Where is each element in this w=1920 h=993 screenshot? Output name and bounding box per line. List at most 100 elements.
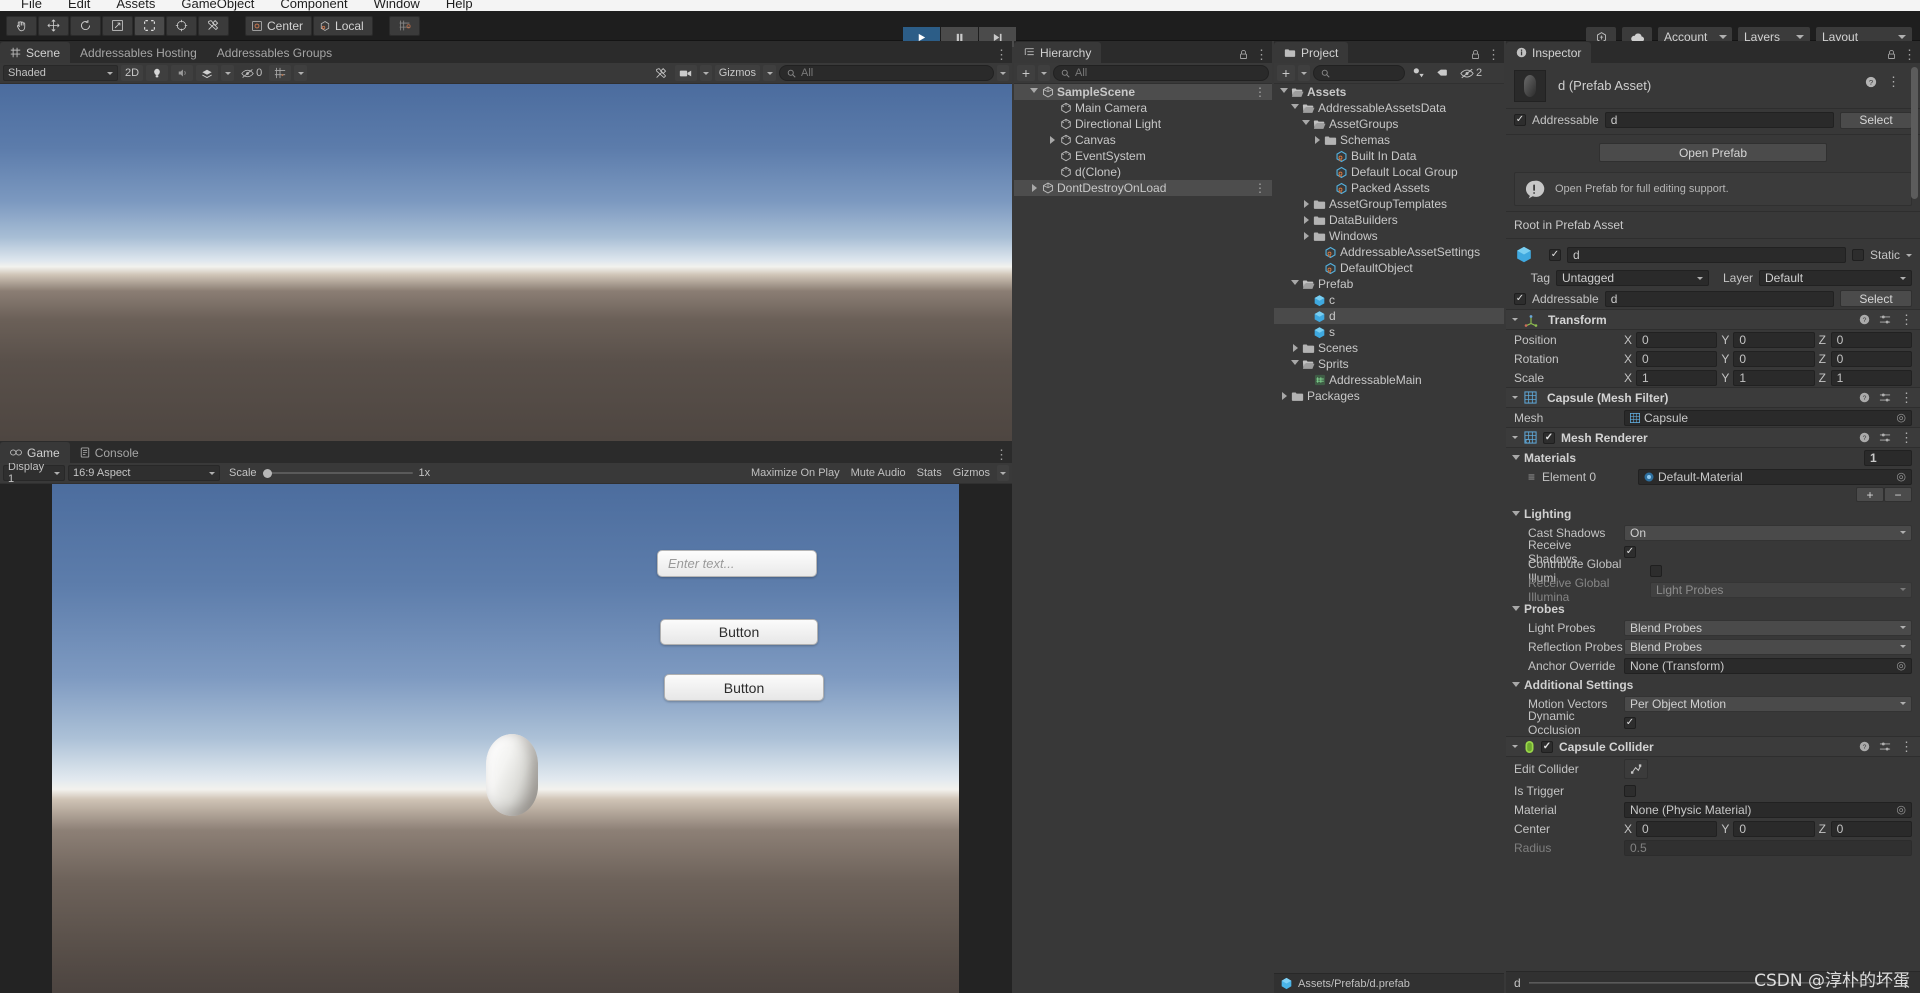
tree-row[interactable]: Packages — [1274, 388, 1504, 404]
lighting-toggle-button[interactable] — [146, 65, 168, 81]
is-trigger-checkbox[interactable] — [1624, 785, 1636, 797]
motion-vectors-dropdown[interactable]: Per Object Motion — [1624, 696, 1912, 712]
custom-tool-button[interactable] — [198, 16, 229, 36]
materials-count-input[interactable]: 1 — [1864, 450, 1912, 466]
fx-dropdown-button[interactable] — [221, 65, 234, 81]
rotation-z-input[interactable]: 0 — [1831, 351, 1912, 367]
scene-camera-dropdown[interactable] — [700, 65, 712, 81]
static-checkbox[interactable] — [1852, 249, 1864, 261]
tab-hierarchy[interactable]: Hierarchy — [1014, 42, 1101, 63]
chevron-right-icon[interactable] — [1300, 200, 1312, 208]
chevron-right-icon[interactable] — [1300, 216, 1312, 224]
mesh-object-field[interactable]: Capsule ◎ — [1624, 410, 1912, 426]
scene-options-kebab[interactable]: ⋮ — [995, 50, 1008, 60]
position-z-input[interactable]: 0 — [1831, 332, 1912, 348]
scene-tools-button[interactable] — [651, 65, 672, 81]
tree-row[interactable]: DontDestroyOnLoad⋮ — [1014, 180, 1272, 196]
mesh-renderer-component-header[interactable]: Mesh Renderer ? ⋮ — [1506, 427, 1920, 448]
project-visibility-button[interactable]: 2 — [1456, 65, 1486, 81]
chevron-right-icon[interactable] — [1278, 392, 1290, 400]
project-search-input[interactable] — [1313, 65, 1405, 81]
grid-snap-button[interactable] — [389, 16, 420, 36]
center-z-input[interactable]: 0 — [1831, 821, 1912, 837]
tab-game[interactable]: Game — [0, 442, 70, 463]
layer-dropdown[interactable]: Default — [1759, 270, 1912, 286]
tree-row[interactable]: Default Local Group — [1274, 164, 1504, 180]
tree-row[interactable]: AddressableAssetSettings — [1274, 244, 1504, 260]
addressable-checkbox[interactable] — [1514, 114, 1526, 126]
rotation-y-input[interactable]: 0 — [1733, 351, 1814, 367]
game-render-area[interactable]: Enter text... Button Button — [52, 484, 959, 993]
maximize-on-play-toggle[interactable]: Maximize On Play — [747, 465, 844, 481]
tree-row[interactable]: DataBuilders — [1274, 212, 1504, 228]
tree-row[interactable]: Prefab — [1274, 276, 1504, 292]
tree-row[interactable]: Directional Light — [1014, 116, 1272, 132]
chevron-down-icon[interactable] — [1289, 280, 1301, 289]
tree-row[interactable]: Built In Data — [1274, 148, 1504, 164]
hierarchy-add-button[interactable]: + — [1017, 65, 1035, 81]
gameobject-enabled-checkbox[interactable] — [1549, 249, 1561, 261]
scale-x-input[interactable]: 1 — [1636, 370, 1717, 386]
tree-row-kebab[interactable]: ⋮ — [1254, 87, 1266, 97]
game-viewport[interactable]: Enter text... Button Button — [0, 484, 1012, 993]
gizmos-button[interactable]: Gizmos — [715, 65, 760, 81]
scene-grid-dropdown[interactable] — [294, 65, 307, 81]
hierarchy-tree[interactable]: SampleScene⋮Main CameraDirectional Light… — [1014, 84, 1272, 993]
scene-search-input[interactable]: All — [779, 65, 994, 81]
tree-row[interactable]: SampleScene⋮ — [1014, 84, 1272, 100]
hand-tool-button[interactable] — [6, 16, 37, 36]
rect-tool-button[interactable] — [134, 16, 165, 36]
tree-row-kebab[interactable]: ⋮ — [1254, 183, 1266, 193]
project-filter-label-button[interactable] — [1432, 65, 1453, 81]
mesh-renderer-enabled-checkbox[interactable] — [1543, 432, 1555, 444]
inspector-options-kebab[interactable]: ⋮ — [1903, 50, 1916, 60]
transform-tool-button[interactable] — [166, 16, 197, 36]
tree-row[interactable]: AddressableAssetsData — [1274, 100, 1504, 116]
tree-row[interactable]: AssetGroupTemplates — [1274, 196, 1504, 212]
addressable-select-button-2[interactable]: Select — [1840, 290, 1912, 307]
menu-item-edit[interactable]: Edit — [55, 0, 103, 10]
scene-viewport[interactable] — [0, 84, 1012, 441]
anchor-picker-icon[interactable]: ◎ — [1896, 659, 1906, 672]
tree-row[interactable]: Sprits — [1274, 356, 1504, 372]
tree-row[interactable]: AssetGroups — [1274, 116, 1504, 132]
inspector-scroll-area[interactable]: d (Prefab Asset) ? ⋮ Addressable d Selec… — [1506, 63, 1920, 971]
rotate-tool-button[interactable] — [70, 16, 101, 36]
scene-grid-button[interactable] — [269, 65, 291, 81]
tree-row[interactable]: Main Camera — [1014, 100, 1272, 116]
chevron-right-icon[interactable] — [1046, 136, 1058, 144]
project-filter-type-button[interactable] — [1408, 65, 1429, 81]
addressable-name-input[interactable]: d — [1605, 112, 1834, 128]
materials-foldout[interactable]: Materials 1 — [1506, 448, 1920, 467]
game-options-kebab[interactable]: ⋮ — [995, 450, 1008, 460]
open-prefab-button[interactable]: Open Prefab — [1599, 143, 1827, 162]
chevron-down-icon[interactable] — [1512, 396, 1518, 399]
scale-y-input[interactable]: 1 — [1733, 370, 1814, 386]
rotation-x-input[interactable]: 0 — [1636, 351, 1717, 367]
collider-material-picker-icon[interactable]: ◎ — [1896, 803, 1906, 816]
chevron-down-icon[interactable] — [1300, 120, 1312, 129]
element-0-object-field[interactable]: Default-Material ◎ — [1638, 469, 1912, 485]
scene-search-dropdown[interactable] — [997, 65, 1009, 81]
project-add-dropdown[interactable] — [1298, 65, 1310, 81]
menu-item-gameobject[interactable]: GameObject — [168, 0, 267, 10]
menu-item-help[interactable]: Help — [433, 0, 486, 10]
tree-row[interactable]: AddressableMain — [1274, 372, 1504, 388]
transform-component-header[interactable]: Transform ? ⋮ — [1506, 309, 1920, 330]
mesh-picker-icon[interactable]: ◎ — [1896, 411, 1906, 424]
contribute-gi-checkbox[interactable] — [1650, 565, 1662, 577]
tree-row[interactable]: Canvas — [1014, 132, 1272, 148]
stats-toggle[interactable]: Stats — [913, 465, 946, 481]
hierarchy-add-dropdown[interactable] — [1038, 65, 1050, 81]
scale-slider-group[interactable]: Scale 1x — [229, 466, 430, 480]
additional-settings-foldout[interactable]: Additional Settings — [1506, 675, 1920, 694]
center-y-input[interactable]: 0 — [1733, 821, 1814, 837]
capsule-collider-enabled-checkbox[interactable] — [1541, 741, 1553, 753]
tree-row[interactable]: d — [1274, 308, 1504, 324]
move-tool-button[interactable] — [38, 16, 69, 36]
chevron-down-icon[interactable] — [1278, 88, 1290, 97]
game-gizmos-dropdown[interactable] — [997, 465, 1009, 481]
tree-row[interactable]: c — [1274, 292, 1504, 308]
mute-audio-toggle[interactable]: Mute Audio — [847, 465, 910, 481]
chevron-down-icon[interactable] — [1289, 104, 1301, 113]
